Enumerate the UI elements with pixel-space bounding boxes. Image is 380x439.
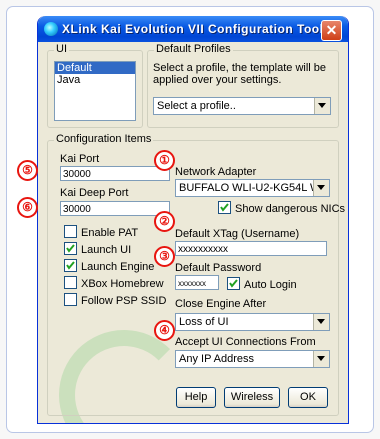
launch-ui-label: Launch UI [81, 244, 132, 256]
kai-port-label: Kai Port [60, 153, 100, 165]
annotation-badge-4: ④ [154, 320, 175, 341]
checkbox-box[interactable] [64, 242, 77, 255]
launch-engine-label: Launch Engine [81, 261, 155, 273]
default-profiles-label: Default Profiles [154, 43, 233, 55]
window-title: XLink Kai Evolution VII Configuration To… [62, 22, 324, 36]
kai-deep-port-label: Kai Deep Port [60, 187, 129, 199]
kai-port-input[interactable]: 30000 [60, 166, 170, 181]
accept-ui-connections-label: Accept UI Connections From [175, 336, 316, 348]
close-engine-after-value: Loss of UI [179, 316, 229, 328]
chevron-down-icon[interactable] [314, 98, 330, 114]
title-bar[interactable]: XLink Kai Evolution VII Configuration To… [38, 16, 348, 42]
auto-login-label: Auto Login [244, 279, 297, 291]
default-password-label: Default Password [175, 262, 262, 274]
chevron-down-icon[interactable] [313, 180, 329, 196]
close-engine-after-select[interactable]: Loss of UI [175, 313, 330, 331]
network-adapter-value: BUFFALO WLI-U2-KG54L Wirel [179, 182, 330, 194]
accept-ui-connections-select[interactable]: Any IP Address [175, 350, 330, 368]
wireless-button[interactable]: Wireless [224, 387, 280, 408]
configuration-items-group: Configuration Items Kai Port 30000 Kai D… [47, 133, 345, 416]
help-button[interactable]: Help [176, 387, 216, 408]
annotation-badge-1: ① [154, 150, 175, 171]
config-window: XLink Kai Evolution VII Configuration To… [37, 16, 349, 424]
app-icon [44, 22, 58, 36]
network-adapter-select[interactable]: BUFFALO WLI-U2-KG54L Wirel [175, 179, 330, 197]
enable-pat-checkbox[interactable]: Enable PAT [64, 225, 138, 240]
ui-group-label: UI [54, 43, 69, 55]
xbox-homebrew-checkbox[interactable]: XBox Homebrew [64, 276, 164, 291]
checkbox-box[interactable] [64, 225, 77, 238]
ui-option-java[interactable]: Java [55, 74, 135, 86]
chevron-down-icon[interactable] [313, 351, 329, 367]
show-dangerous-nics-label: Show dangerous NICs [235, 203, 346, 215]
network-adapter-label: Network Adapter [175, 166, 257, 178]
default-password-input[interactable]: xxxxxxx [175, 275, 219, 290]
default-profiles-group: Default Profiles Select a profile, the t… [147, 43, 339, 128]
kai-deep-port-input[interactable]: 30000 [60, 201, 170, 216]
checkbox-box[interactable] [64, 276, 77, 289]
close-button[interactable]: ✕ [321, 20, 342, 41]
profile-select-value: Select a profile.. [157, 100, 236, 112]
enable-pat-label: Enable PAT [81, 227, 139, 239]
show-dangerous-nics-checkbox[interactable]: Show dangerous NICs [218, 201, 345, 216]
chevron-down-icon[interactable] [313, 314, 329, 330]
xbox-homebrew-label: XBox Homebrew [81, 278, 164, 290]
annotation-badge-5: ⑤ [17, 160, 38, 181]
follow-psp-ssid-label: Follow PSP SSID [81, 295, 167, 307]
checkbox-box[interactable] [64, 259, 77, 272]
ui-option-default[interactable]: Default [55, 62, 135, 74]
default-xtag-input[interactable]: xxxxxxxxxx [175, 241, 327, 256]
checkbox-box[interactable] [64, 293, 77, 306]
annotation-badge-3: ③ [154, 246, 175, 267]
follow-psp-ssid-checkbox[interactable]: Follow PSP SSID [64, 293, 166, 308]
accept-ui-connections-value: Any IP Address [179, 353, 255, 365]
close-engine-after-label: Close Engine After [175, 298, 267, 310]
annotation-badge-6: ⑥ [17, 197, 38, 218]
launch-engine-checkbox[interactable]: Launch Engine [64, 259, 154, 274]
profile-select[interactable]: Select a profile.. [153, 97, 331, 115]
profiles-description-line2: applied over your settings. [153, 74, 282, 86]
ok-button[interactable]: OK [288, 387, 328, 408]
ui-group: UI Default Java [47, 43, 143, 128]
annotation-badge-2: ② [154, 211, 175, 232]
checkbox-box[interactable] [227, 277, 240, 290]
auto-login-checkbox[interactable]: Auto Login [227, 277, 297, 292]
configuration-items-label: Configuration Items [54, 133, 154, 145]
window-client: UI Default Java Default Profiles Select … [41, 42, 345, 423]
default-xtag-label: Default XTag (Username) [175, 228, 300, 240]
ui-listbox[interactable]: Default Java [54, 61, 136, 121]
checkbox-box[interactable] [218, 201, 231, 214]
launch-ui-checkbox[interactable]: Launch UI [64, 242, 131, 257]
